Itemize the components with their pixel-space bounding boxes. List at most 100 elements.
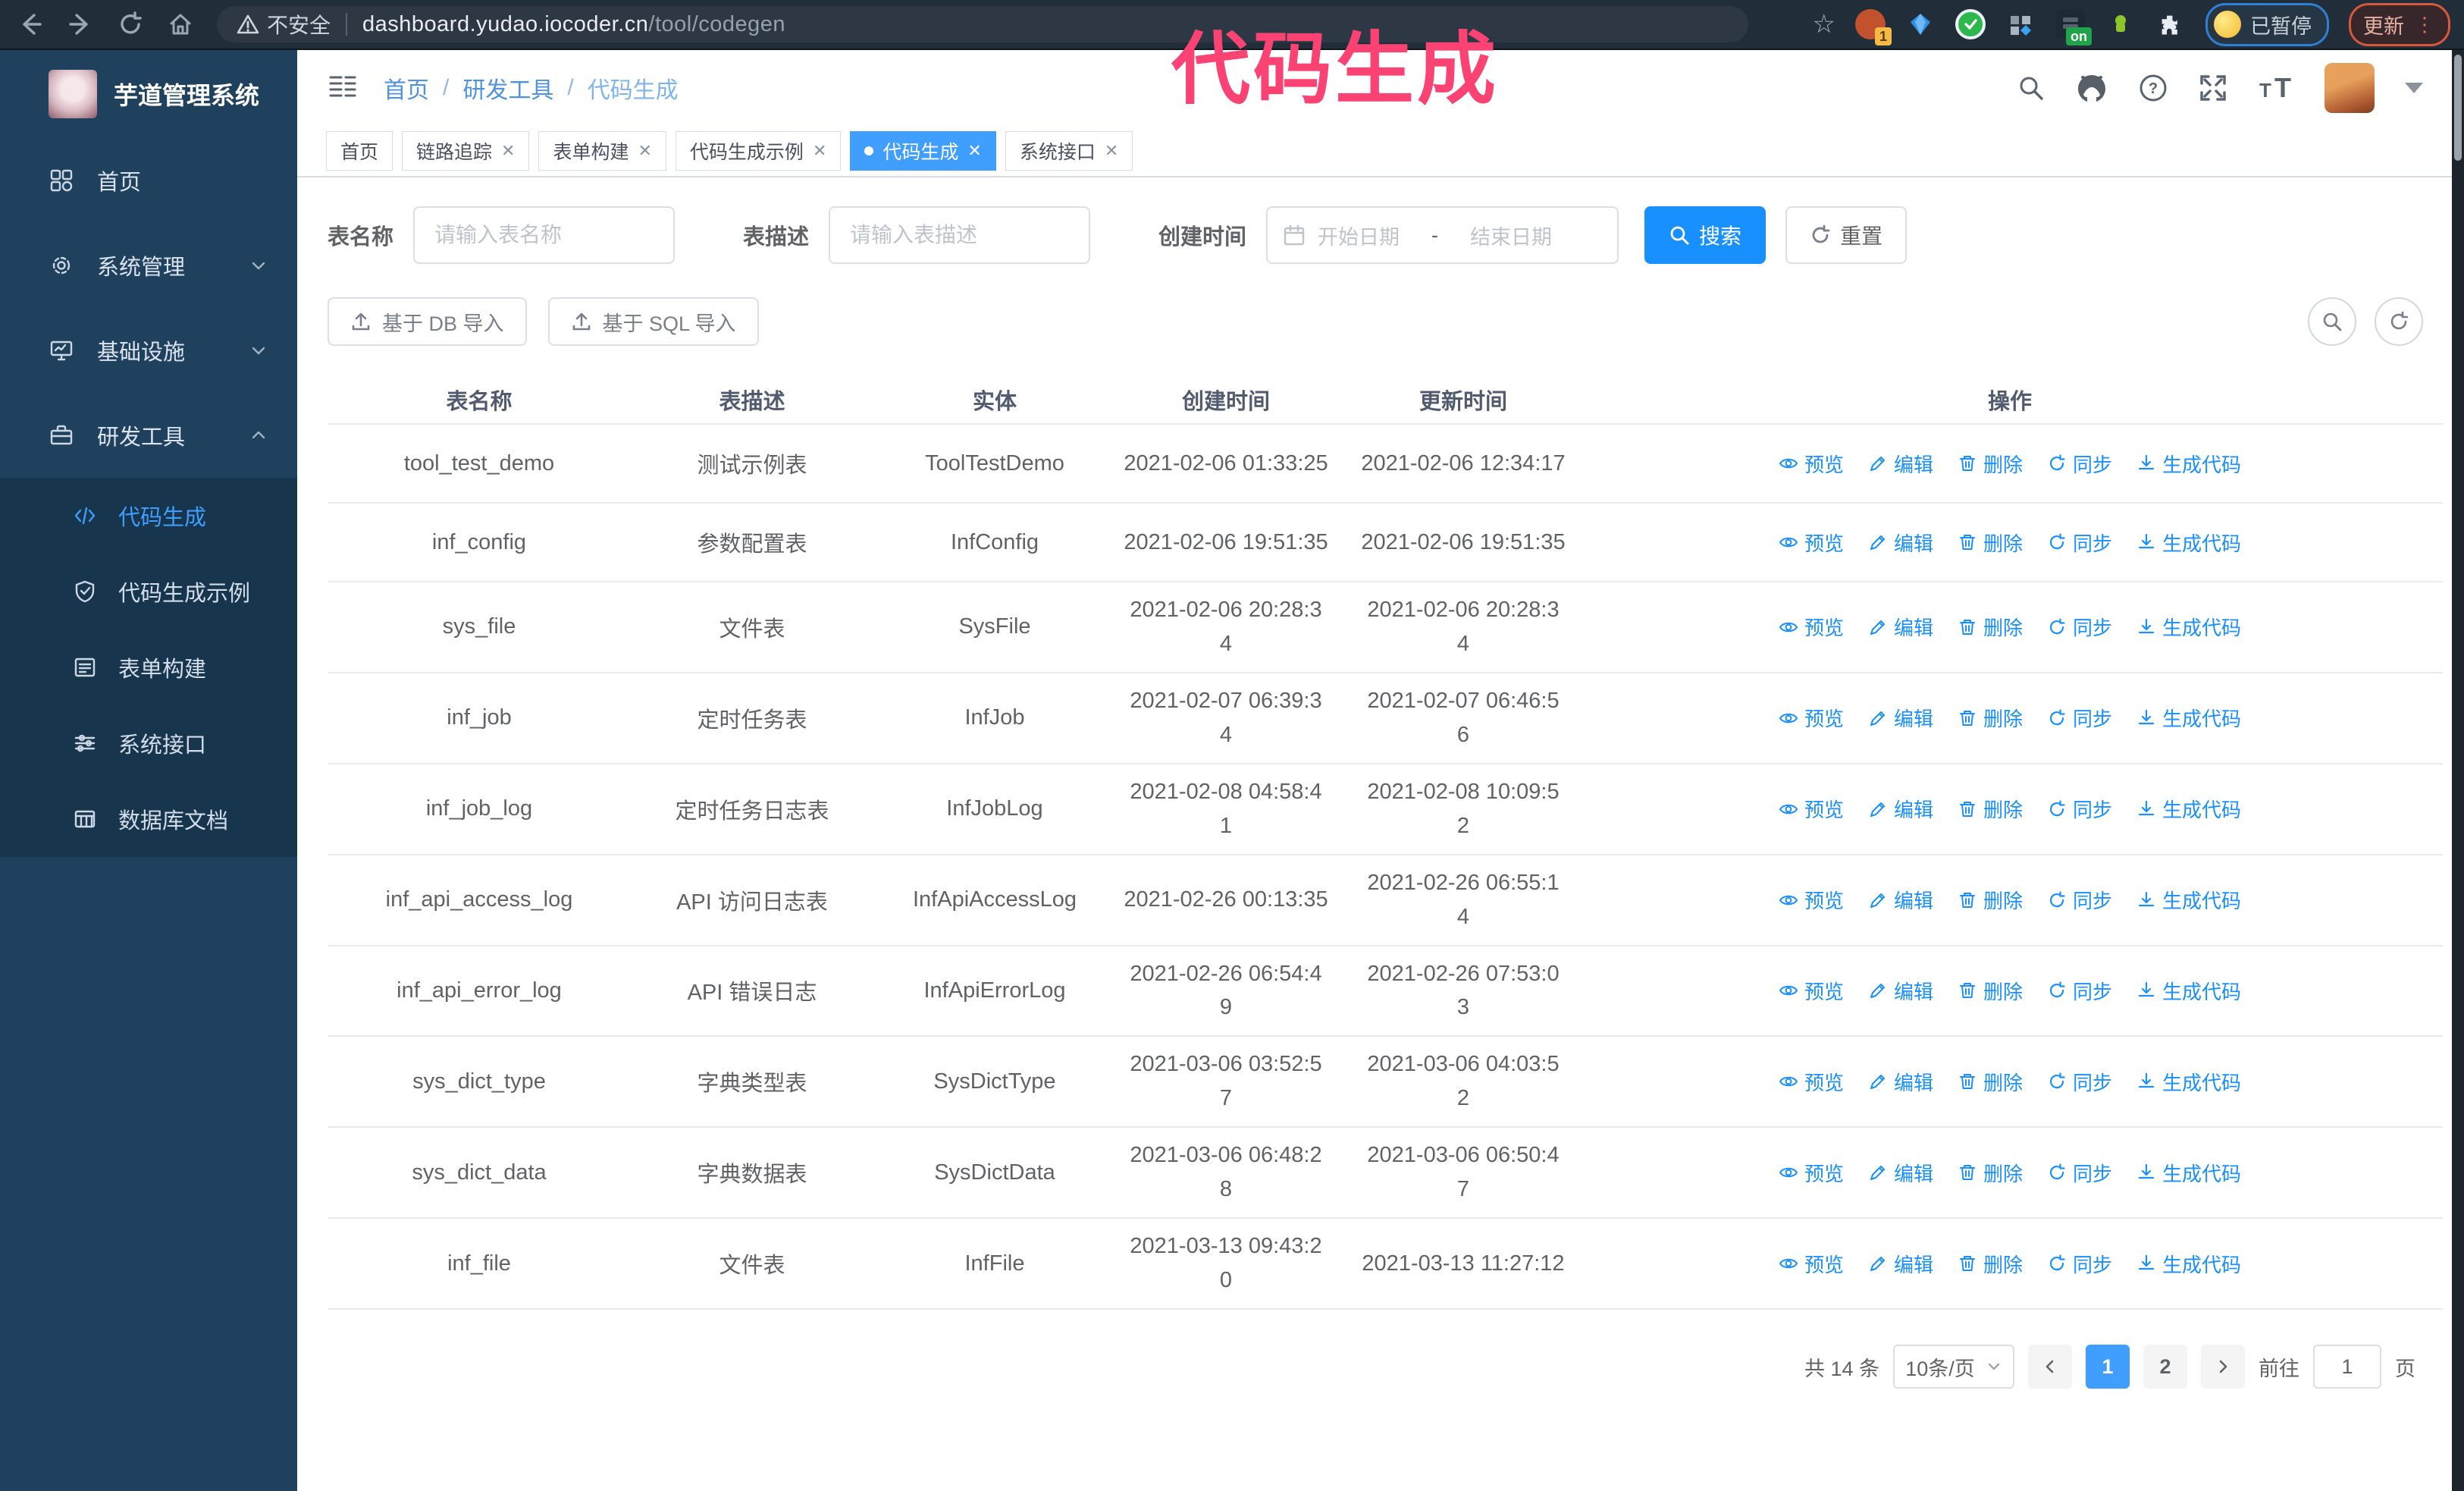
edit-link[interactable]: 编辑 bbox=[1868, 1068, 1933, 1096]
page-button-1[interactable]: 1 bbox=[2086, 1345, 2130, 1389]
preview-link[interactable]: 预览 bbox=[1779, 795, 1844, 823]
avatar-caret-icon[interactable] bbox=[2405, 83, 2423, 93]
extension-icon-orange[interactable]: 1 bbox=[1855, 9, 1892, 46]
site-security-warning[interactable]: 不安全 bbox=[237, 9, 331, 39]
extensions-puzzle-icon[interactable] bbox=[2155, 9, 2186, 39]
delete-link[interactable]: 删除 bbox=[1958, 886, 2023, 914]
sync-link[interactable]: 同步 bbox=[2047, 1068, 2112, 1096]
search-icon[interactable] bbox=[2017, 74, 2045, 102]
tag-tracing[interactable]: 链路追踪 ✕ bbox=[402, 131, 530, 171]
edit-link[interactable]: 编辑 bbox=[1868, 450, 1933, 478]
browser-back-icon[interactable] bbox=[11, 5, 50, 44]
extension-icon-android[interactable] bbox=[2105, 9, 2136, 39]
search-button[interactable]: 搜索 bbox=[1644, 206, 1766, 264]
preview-link[interactable]: 预览 bbox=[1779, 977, 1844, 1005]
preview-link[interactable]: 预览 bbox=[1779, 1068, 1844, 1096]
refresh-table-button[interactable] bbox=[2375, 297, 2423, 346]
next-page-button[interactable] bbox=[2201, 1345, 2245, 1389]
delete-link[interactable]: 删除 bbox=[1958, 529, 2023, 557]
sidebar-item-system-management[interactable]: 系统管理 bbox=[0, 223, 297, 308]
delete-link[interactable]: 删除 bbox=[1958, 450, 2023, 478]
tag-close-icon[interactable]: ✕ bbox=[638, 141, 651, 161]
user-avatar[interactable] bbox=[2324, 63, 2375, 113]
delete-link[interactable]: 删除 bbox=[1958, 795, 2023, 823]
sidebar-item-dev-tools[interactable]: 研发工具 bbox=[0, 393, 297, 478]
generate-code-link[interactable]: 生成代码 bbox=[2136, 704, 2241, 732]
extension-icon-dark[interactable]: on bbox=[2055, 9, 2092, 46]
address-bar[interactable]: 不安全 dashboard.yudao.iocoder.cn/tool/code… bbox=[217, 6, 1748, 42]
collapse-sidebar-icon[interactable] bbox=[328, 73, 358, 104]
sync-link[interactable]: 同步 bbox=[2047, 795, 2112, 823]
github-icon[interactable] bbox=[2076, 73, 2108, 103]
sidebar-item-home[interactable]: 首页 bbox=[0, 138, 297, 223]
preview-link[interactable]: 预览 bbox=[1779, 529, 1844, 557]
preview-link[interactable]: 预览 bbox=[1779, 613, 1844, 641]
tag-close-icon[interactable]: ✕ bbox=[501, 141, 515, 161]
edit-link[interactable]: 编辑 bbox=[1868, 704, 1933, 732]
tag-home[interactable]: 首页 bbox=[326, 131, 393, 171]
generate-code-link[interactable]: 生成代码 bbox=[2136, 977, 2241, 1005]
generate-code-link[interactable]: 生成代码 bbox=[2136, 795, 2241, 823]
tag-codegen[interactable]: 代码生成 ✕ bbox=[850, 131, 996, 171]
page-button-2[interactable]: 2 bbox=[2143, 1345, 2187, 1389]
delete-link[interactable]: 删除 bbox=[1958, 1159, 2023, 1187]
extension-icon-grid[interactable] bbox=[2005, 9, 2036, 39]
delete-link[interactable]: 删除 bbox=[1958, 1250, 2023, 1278]
browser-scrollbar[interactable] bbox=[2452, 50, 2464, 1491]
delete-link[interactable]: 删除 bbox=[1958, 977, 2023, 1005]
browser-refresh-icon[interactable] bbox=[111, 5, 150, 44]
edit-link[interactable]: 编辑 bbox=[1868, 529, 1933, 557]
preview-link[interactable]: 预览 bbox=[1779, 450, 1844, 478]
generate-code-link[interactable]: 生成代码 bbox=[2136, 1068, 2241, 1096]
app-logo-row[interactable]: 芋道管理系统 bbox=[0, 50, 297, 138]
breadcrumb-home[interactable]: 首页 bbox=[384, 71, 429, 105]
reset-button[interactable]: 重置 bbox=[1785, 206, 1908, 264]
toggle-search-button[interactable] bbox=[2308, 297, 2356, 346]
font-size-icon[interactable]: TT bbox=[2258, 73, 2294, 103]
create-time-range-picker[interactable]: 开始日期 - 结束日期 bbox=[1266, 206, 1619, 264]
table-desc-input[interactable] bbox=[829, 206, 1091, 264]
prev-page-button[interactable] bbox=[2028, 1345, 2072, 1389]
preview-link[interactable]: 预览 bbox=[1779, 704, 1844, 732]
generate-code-link[interactable]: 生成代码 bbox=[2136, 886, 2241, 914]
tag-form-builder[interactable]: 表单构建 ✕ bbox=[538, 131, 666, 171]
table-name-input[interactable] bbox=[413, 206, 676, 264]
delete-link[interactable]: 删除 bbox=[1958, 613, 2023, 641]
import-sql-button[interactable]: 基于 SQL 导入 bbox=[547, 297, 759, 346]
breadcrumb-devtools[interactable]: 研发工具 bbox=[462, 71, 553, 105]
preview-link[interactable]: 预览 bbox=[1779, 886, 1844, 914]
sync-link[interactable]: 同步 bbox=[2047, 886, 2112, 914]
chrome-menu-dots-icon[interactable]: ⋮ bbox=[2415, 13, 2436, 36]
edit-link[interactable]: 编辑 bbox=[1868, 977, 1933, 1005]
sidebar-subitem-system-api[interactable]: 系统接口 bbox=[0, 705, 297, 781]
end-date-placeholder[interactable]: 结束日期 bbox=[1470, 221, 1552, 250]
edit-link[interactable]: 编辑 bbox=[1868, 886, 1933, 914]
edit-link[interactable]: 编辑 bbox=[1868, 795, 1933, 823]
sidebar-subitem-form-builder[interactable]: 表单构建 bbox=[0, 629, 297, 705]
browser-home-icon[interactable] bbox=[161, 5, 200, 44]
tag-close-icon[interactable]: ✕ bbox=[967, 141, 981, 161]
bookmark-star-icon[interactable]: ☆ bbox=[1813, 9, 1835, 39]
sync-link[interactable]: 同步 bbox=[2047, 529, 2112, 557]
page-size-select[interactable]: 10条/页 bbox=[1893, 1345, 2014, 1389]
help-icon[interactable]: ? bbox=[2138, 73, 2168, 103]
edit-link[interactable]: 编辑 bbox=[1868, 613, 1933, 641]
extension-icon-green-check[interactable] bbox=[1955, 9, 1986, 39]
sidebar-subitem-codegen[interactable]: 代码生成 bbox=[0, 478, 297, 554]
generate-code-link[interactable]: 生成代码 bbox=[2136, 529, 2241, 557]
sync-link[interactable]: 同步 bbox=[2047, 450, 2112, 478]
browser-forward-icon[interactable] bbox=[61, 5, 100, 44]
sidebar-subitem-db-docs[interactable]: 数据库文档 bbox=[0, 781, 297, 857]
delete-link[interactable]: 删除 bbox=[1958, 704, 2023, 732]
generate-code-link[interactable]: 生成代码 bbox=[2136, 613, 2241, 641]
sync-link[interactable]: 同步 bbox=[2047, 613, 2112, 641]
edit-link[interactable]: 编辑 bbox=[1868, 1250, 1933, 1278]
scrollbar-thumb[interactable] bbox=[2454, 55, 2462, 161]
tag-system-api[interactable]: 系统接口 ✕ bbox=[1005, 131, 1133, 171]
generate-code-link[interactable]: 生成代码 bbox=[2136, 1159, 2241, 1187]
sync-link[interactable]: 同步 bbox=[2047, 977, 2112, 1005]
start-date-placeholder[interactable]: 开始日期 bbox=[1318, 221, 1400, 250]
fullscreen-icon[interactable] bbox=[2199, 74, 2227, 102]
sidebar-item-infrastructure[interactable]: 基础设施 bbox=[0, 308, 297, 393]
generate-code-link[interactable]: 生成代码 bbox=[2136, 450, 2241, 478]
